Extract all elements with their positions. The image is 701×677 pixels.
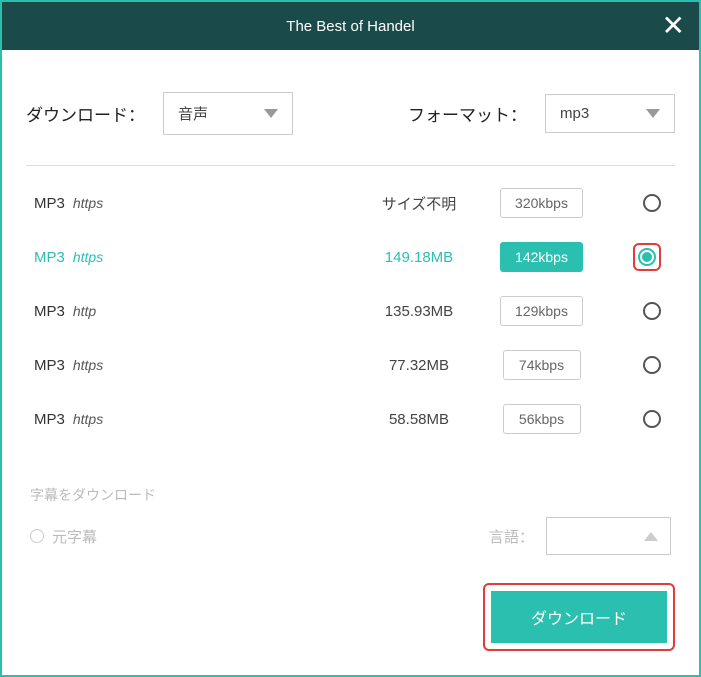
download-option-row[interactable]: MP3 https 58.58MB 56kbps [26, 392, 675, 446]
radio-highlight [633, 243, 661, 271]
size-cell: 149.18MB [354, 249, 484, 266]
radio-button[interactable] [643, 194, 661, 212]
download-option-row[interactable]: MP3 https サイズ不明 320kbps [26, 176, 675, 230]
format-text: MP3 [34, 303, 65, 320]
chevron-up-icon [644, 532, 658, 541]
format-cell: MP3 https [34, 357, 354, 374]
bitrate-badge: 129kbps [500, 296, 583, 326]
size-cell: 58.58MB [354, 411, 484, 428]
chevron-down-icon [264, 109, 278, 118]
protocol-text: https [73, 195, 103, 211]
radio-cell [599, 194, 667, 212]
download-button-highlight: ダウンロード [483, 583, 675, 651]
format-dropdown[interactable]: mp3 [545, 94, 675, 133]
format-dropdown-group: フォーマット： mp3 [408, 94, 675, 133]
download-type-dropdown[interactable]: 音声 [163, 92, 293, 135]
bitrate-cell: 320kbps [484, 188, 599, 218]
radio-dot-icon [647, 198, 657, 208]
format-cell: MP3 https [34, 195, 354, 212]
divider [26, 165, 675, 166]
download-option-row[interactable]: MP3 https 77.32MB 74kbps [26, 338, 675, 392]
radio-dot-icon [642, 252, 652, 262]
radio-dot-icon [647, 360, 657, 370]
content-area: ダウンロード： 音声 フォーマット： mp3 MP3 https サイズ不明 320k… [2, 50, 699, 675]
format-text: MP3 [34, 411, 65, 428]
download-dialog: The Best of Handel ✕ ダウンロード： 音声 フォーマット： … [0, 0, 701, 677]
protocol-text: https [73, 411, 103, 427]
titlebar: The Best of Handel ✕ [2, 2, 699, 50]
radio-dot-icon [647, 414, 657, 424]
download-dropdown-group: ダウンロード： 音声 [26, 92, 293, 135]
format-value: mp3 [560, 105, 589, 122]
bitrate-cell: 142kbps [484, 242, 599, 272]
radio-cell [599, 302, 667, 320]
download-button[interactable]: ダウンロード [491, 591, 667, 643]
dropdown-row: ダウンロード： 音声 フォーマット： mp3 [26, 50, 675, 165]
radio-button[interactable] [643, 302, 661, 320]
footer: ダウンロード [26, 583, 675, 675]
subtitle-row: 元字幕 言語： [30, 517, 671, 555]
download-option-row[interactable]: MP3 https 149.18MB 142kbps [26, 230, 675, 284]
bitrate-cell: 74kbps [484, 350, 599, 380]
radio-button[interactable] [643, 410, 661, 428]
close-icon[interactable]: ✕ [662, 12, 685, 40]
download-option-row[interactable]: MP3 http 135.93MB 129kbps [26, 284, 675, 338]
download-options-list: MP3 https サイズ不明 320kbps MP3 https 149.18MB 142k… [26, 176, 675, 446]
language-dropdown[interactable] [546, 517, 671, 555]
radio-button[interactable] [643, 356, 661, 374]
original-subtitle-option: 元字幕 [30, 526, 97, 547]
protocol-text: https [73, 249, 103, 265]
format-text: MP3 [34, 249, 65, 266]
format-text: MP3 [34, 195, 65, 212]
original-subtitle-label: 元字幕 [52, 526, 97, 547]
protocol-text: https [73, 357, 103, 373]
format-text: MP3 [34, 357, 65, 374]
bitrate-badge: 56kbps [503, 404, 581, 434]
format-cell: MP3 https [34, 411, 354, 428]
format-cell: MP3 https [34, 249, 354, 266]
radio-dot-icon [647, 306, 657, 316]
language-label: 言語： [489, 526, 534, 547]
radio-cell [599, 356, 667, 374]
size-cell: サイズ不明 [354, 193, 484, 214]
bitrate-cell: 56kbps [484, 404, 599, 434]
format-label: フォーマット： [408, 101, 527, 126]
window-title: The Best of Handel [286, 18, 414, 35]
radio-cell [599, 243, 667, 271]
bitrate-badge: 142kbps [500, 242, 583, 272]
chevron-down-icon [646, 109, 660, 118]
size-cell: 135.93MB [354, 303, 484, 320]
subtitle-section: 字幕をダウンロード 元字幕 言語： [26, 465, 675, 583]
bitrate-badge: 320kbps [500, 188, 583, 218]
radio-icon [30, 529, 44, 543]
format-cell: MP3 http [34, 303, 354, 320]
bitrate-cell: 129kbps [484, 296, 599, 326]
radio-cell [599, 410, 667, 428]
size-cell: 77.32MB [354, 357, 484, 374]
bitrate-badge: 74kbps [503, 350, 581, 380]
download-type-value: 音声 [178, 103, 208, 124]
subtitle-title: 字幕をダウンロード [30, 485, 671, 505]
download-label: ダウンロード： [26, 101, 145, 126]
protocol-text: http [73, 303, 96, 319]
radio-button[interactable] [638, 248, 656, 266]
language-group: 言語： [489, 517, 671, 555]
